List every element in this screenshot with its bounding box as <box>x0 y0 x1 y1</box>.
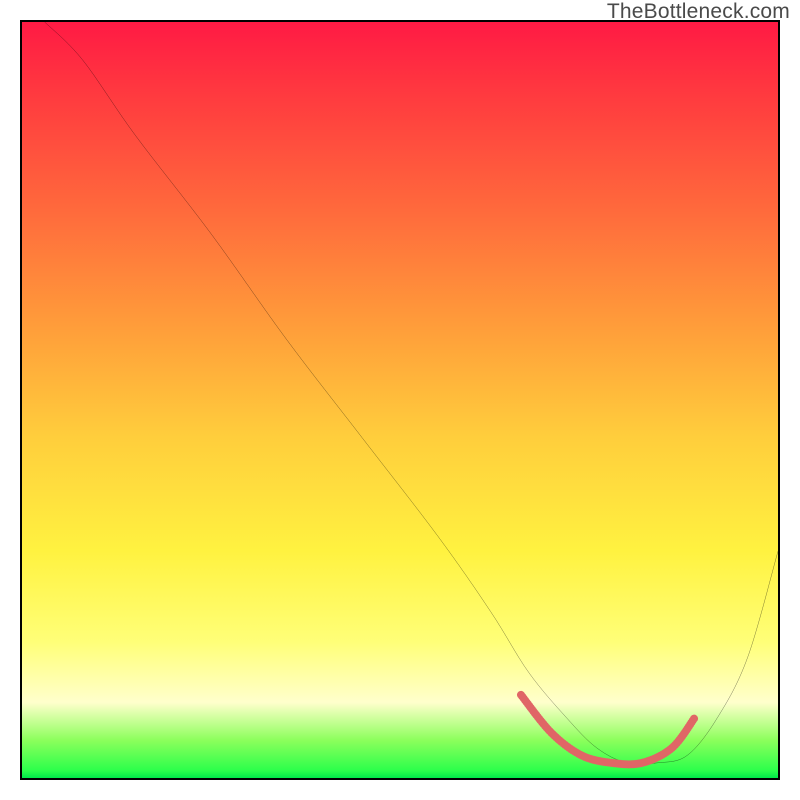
curve-layer <box>22 22 778 778</box>
plot-area <box>20 20 780 780</box>
bottleneck-curve-path <box>45 22 778 764</box>
chart-container: TheBottleneck.com <box>0 0 800 800</box>
optimal-zone-path <box>521 695 695 764</box>
